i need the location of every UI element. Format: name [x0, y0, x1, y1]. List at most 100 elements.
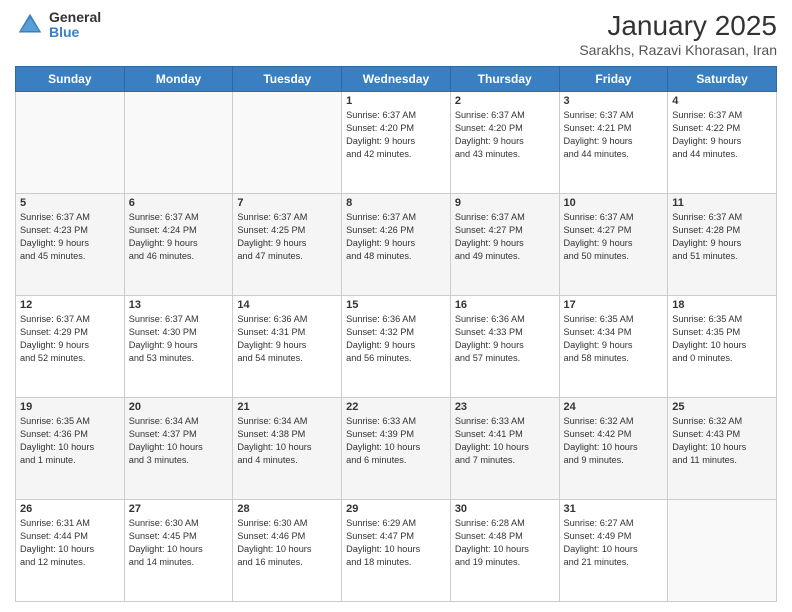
- day-detail: Sunrise: 6:35 AM Sunset: 4:34 PM Dayligh…: [564, 313, 664, 365]
- calendar-cell: 18Sunrise: 6:35 AM Sunset: 4:35 PM Dayli…: [668, 296, 777, 398]
- weekday-header-monday: Monday: [124, 67, 233, 92]
- weekday-header-thursday: Thursday: [450, 67, 559, 92]
- calendar-cell: 16 Sunrise: 6:36 AM Sunset: 4:33 PM Dayli…: [450, 296, 559, 398]
- calendar-cell: 20 Sunrise: 6:34 AM Sunset: 4:37 PM Dayli…: [124, 398, 233, 500]
- day-detail: Sunrise: 6:34 AM Sunset: 4:38 PM Dayligh…: [237, 415, 337, 467]
- day-detail: Sunrise: 6:35 AM Sunset: 4:36 PM Dayligh…: [20, 415, 120, 467]
- day-number: 24: [564, 401, 664, 413]
- calendar-header-row: SundayMondayTuesdayWednesdayThursdayFrid…: [16, 67, 777, 92]
- day-detail: Sunrise: 6:37 AM Sunset: 4:23 PM Dayligh…: [20, 211, 120, 263]
- logo-general: General: [49, 10, 101, 25]
- calendar-cell: 15 Sunrise: 6:36 AM Sunset: 4:32 PM Dayli…: [342, 296, 451, 398]
- day-number: 18: [672, 299, 772, 311]
- calendar-cell: 26 Sunrise: 6:31 AM Sunset: 4:44 PM Dayli…: [16, 500, 125, 602]
- day-detail: Sunrise: 6:36 AM Sunset: 4:33 PM Dayligh…: [455, 313, 555, 365]
- day-number: 5: [20, 197, 120, 209]
- calendar-cell: 14Sunrise: 6:36 AM Sunset: 4:31 PM Dayli…: [233, 296, 342, 398]
- calendar-cell: 4 Sunrise: 6:37 AM Sunset: 4:22 PM Daylig…: [668, 92, 777, 194]
- main-title: January 2025: [579, 10, 777, 42]
- calendar-cell: [124, 92, 233, 194]
- day-number: 28: [237, 503, 337, 515]
- page: General Blue January 2025 Sarakhs, Razav…: [0, 0, 792, 612]
- calendar-week-4: 19 Sunrise: 6:35 AM Sunset: 4:36 PM Dayli…: [16, 398, 777, 500]
- calendar-cell: 28 Sunrise: 6:30 AM Sunset: 4:46 PM Dayli…: [233, 500, 342, 602]
- day-number: 7: [237, 197, 337, 209]
- day-detail: Sunrise: 6:37 AM Sunset: 4:24 PM Dayligh…: [129, 211, 229, 263]
- calendar-cell: 25Sunrise: 6:32 AM Sunset: 4:43 PM Dayli…: [668, 398, 777, 500]
- day-number: 6: [129, 197, 229, 209]
- logo-icon: [15, 10, 45, 40]
- calendar-cell: 9Sunrise: 6:37 AM Sunset: 4:27 PM Daylig…: [450, 194, 559, 296]
- day-number: 19: [20, 401, 120, 413]
- day-number: 1: [346, 95, 446, 107]
- day-number: 27: [129, 503, 229, 515]
- day-number: 12: [20, 299, 120, 311]
- calendar-cell: [668, 500, 777, 602]
- day-number: 13: [129, 299, 229, 311]
- calendar-week-2: 5 Sunrise: 6:37 AM Sunset: 4:23 PM Daylig…: [16, 194, 777, 296]
- day-detail: Sunrise: 6:33 AM Sunset: 4:41 PM Dayligh…: [455, 415, 555, 467]
- calendar-cell: 19 Sunrise: 6:35 AM Sunset: 4:36 PM Dayli…: [16, 398, 125, 500]
- day-number: 16: [455, 299, 555, 311]
- subtitle: Sarakhs, Razavi Khorasan, Iran: [579, 42, 777, 58]
- day-detail: Sunrise: 6:27 AM Sunset: 4:49 PM Dayligh…: [564, 517, 664, 569]
- weekday-header-saturday: Saturday: [668, 67, 777, 92]
- day-number: 11: [672, 197, 772, 209]
- day-detail: Sunrise: 6:30 AM Sunset: 4:45 PM Dayligh…: [129, 517, 229, 569]
- weekday-header-tuesday: Tuesday: [233, 67, 342, 92]
- header: General Blue January 2025 Sarakhs, Razav…: [15, 10, 777, 58]
- day-detail: Sunrise: 6:37 AM Sunset: 4:27 PM Dayligh…: [564, 211, 664, 263]
- day-detail: Sunrise: 6:37 AM Sunset: 4:20 PM Dayligh…: [455, 109, 555, 161]
- day-number: 21: [237, 401, 337, 413]
- day-detail: Sunrise: 6:37 AM Sunset: 4:28 PM Dayligh…: [672, 211, 772, 263]
- weekday-header-sunday: Sunday: [16, 67, 125, 92]
- calendar-cell: [16, 92, 125, 194]
- calendar-cell: 7Sunrise: 6:37 AM Sunset: 4:25 PM Daylig…: [233, 194, 342, 296]
- calendar-cell: 29 Sunrise: 6:29 AM Sunset: 4:47 PM Dayli…: [342, 500, 451, 602]
- calendar-cell: 17Sunrise: 6:35 AM Sunset: 4:34 PM Dayli…: [559, 296, 668, 398]
- calendar-cell: 27 Sunrise: 6:30 AM Sunset: 4:45 PM Dayli…: [124, 500, 233, 602]
- calendar-cell: 6 Sunrise: 6:37 AM Sunset: 4:24 PM Daylig…: [124, 194, 233, 296]
- day-number: 10: [564, 197, 664, 209]
- calendar-week-3: 12Sunrise: 6:37 AM Sunset: 4:29 PM Dayli…: [16, 296, 777, 398]
- day-number: 20: [129, 401, 229, 413]
- day-number: 8: [346, 197, 446, 209]
- calendar-cell: 12Sunrise: 6:37 AM Sunset: 4:29 PM Dayli…: [16, 296, 125, 398]
- calendar-cell: 11 Sunrise: 6:37 AM Sunset: 4:28 PM Dayli…: [668, 194, 777, 296]
- day-detail: Sunrise: 6:37 AM Sunset: 4:22 PM Dayligh…: [672, 109, 772, 161]
- day-number: 2: [455, 95, 555, 107]
- calendar-cell: 13 Sunrise: 6:37 AM Sunset: 4:30 PM Dayli…: [124, 296, 233, 398]
- day-number: 14: [237, 299, 337, 311]
- day-number: 4: [672, 95, 772, 107]
- day-number: 26: [20, 503, 120, 515]
- day-detail: Sunrise: 6:37 AM Sunset: 4:26 PM Dayligh…: [346, 211, 446, 263]
- calendar-cell: 21 Sunrise: 6:34 AM Sunset: 4:38 PM Dayli…: [233, 398, 342, 500]
- calendar-week-5: 26 Sunrise: 6:31 AM Sunset: 4:44 PM Dayli…: [16, 500, 777, 602]
- logo-text: General Blue: [49, 10, 101, 41]
- title-block: January 2025 Sarakhs, Razavi Khorasan, I…: [579, 10, 777, 58]
- day-detail: Sunrise: 6:34 AM Sunset: 4:37 PM Dayligh…: [129, 415, 229, 467]
- calendar-cell: 30 Sunrise: 6:28 AM Sunset: 4:48 PM Dayli…: [450, 500, 559, 602]
- day-number: 22: [346, 401, 446, 413]
- day-number: 30: [455, 503, 555, 515]
- day-detail: Sunrise: 6:33 AM Sunset: 4:39 PM Dayligh…: [346, 415, 446, 467]
- day-detail: Sunrise: 6:31 AM Sunset: 4:44 PM Dayligh…: [20, 517, 120, 569]
- day-detail: Sunrise: 6:37 AM Sunset: 4:20 PM Dayligh…: [346, 109, 446, 161]
- day-detail: Sunrise: 6:29 AM Sunset: 4:47 PM Dayligh…: [346, 517, 446, 569]
- calendar-table: SundayMondayTuesdayWednesdayThursdayFrid…: [15, 66, 777, 602]
- day-detail: Sunrise: 6:37 AM Sunset: 4:30 PM Dayligh…: [129, 313, 229, 365]
- calendar-cell: 8 Sunrise: 6:37 AM Sunset: 4:26 PM Daylig…: [342, 194, 451, 296]
- logo: General Blue: [15, 10, 101, 41]
- day-detail: Sunrise: 6:28 AM Sunset: 4:48 PM Dayligh…: [455, 517, 555, 569]
- day-detail: Sunrise: 6:37 AM Sunset: 4:21 PM Dayligh…: [564, 109, 664, 161]
- calendar-cell: 5 Sunrise: 6:37 AM Sunset: 4:23 PM Daylig…: [16, 194, 125, 296]
- day-number: 29: [346, 503, 446, 515]
- day-number: 15: [346, 299, 446, 311]
- day-detail: Sunrise: 6:36 AM Sunset: 4:32 PM Dayligh…: [346, 313, 446, 365]
- logo-blue: Blue: [49, 25, 101, 40]
- calendar-cell: 24Sunrise: 6:32 AM Sunset: 4:42 PM Dayli…: [559, 398, 668, 500]
- calendar-cell: 3Sunrise: 6:37 AM Sunset: 4:21 PM Daylig…: [559, 92, 668, 194]
- day-detail: Sunrise: 6:30 AM Sunset: 4:46 PM Dayligh…: [237, 517, 337, 569]
- day-number: 23: [455, 401, 555, 413]
- weekday-header-friday: Friday: [559, 67, 668, 92]
